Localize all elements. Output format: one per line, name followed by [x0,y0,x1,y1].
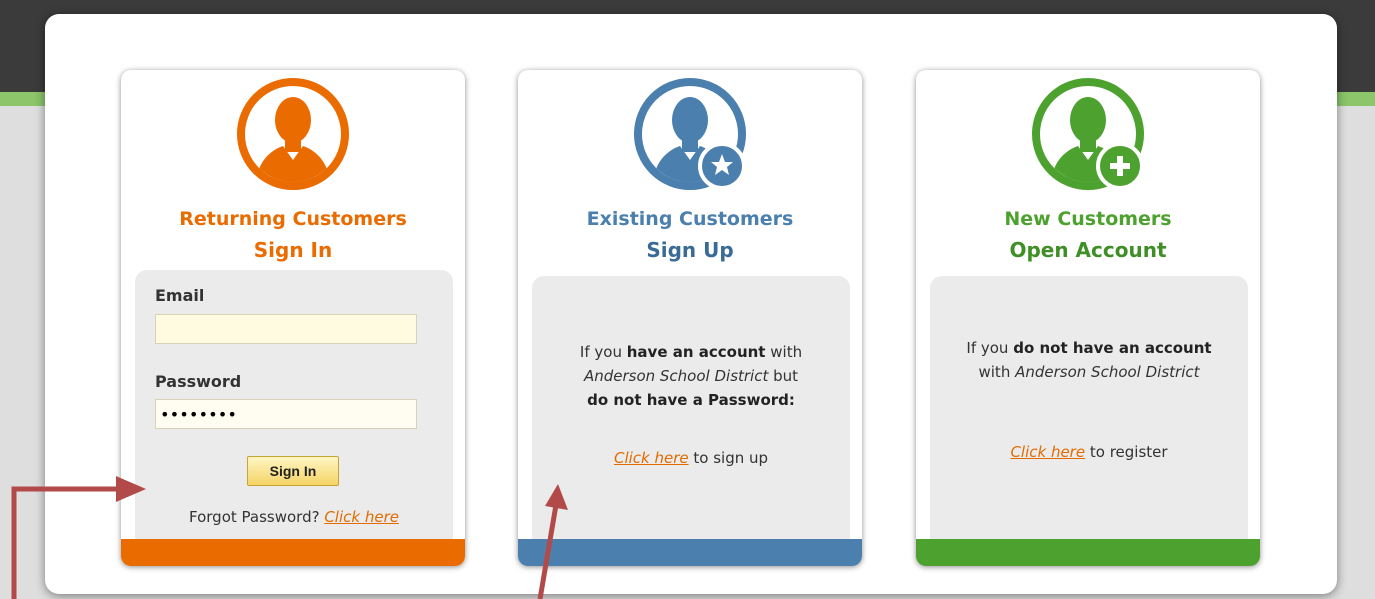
card-subtitle: Open Account [1009,238,1167,262]
person-plus-icon [1030,76,1146,192]
card-title: Existing Customers [586,208,794,230]
info-line-1: If you have an account with [579,343,803,361]
sign-up-link[interactable]: Click here [614,449,689,467]
signup-info-text: If you have an account with Anderson Sch… [532,340,850,412]
existing-customers-card: Existing Customers Sign Up If you have a… [518,70,862,566]
card-subtitle: Sign Up [646,238,734,262]
info-line-2: with Anderson School District [978,363,1200,381]
card-subtitle: Sign In [253,238,333,262]
register-link-row: Click here to register [1010,443,1168,461]
signup-link-row: Click here to sign up [613,449,769,467]
info-line-2: Anderson School District but [583,367,799,385]
password-field[interactable] [155,399,417,429]
register-link[interactable]: Click here [1010,443,1085,461]
card-footer-bar [916,539,1260,566]
email-label: Email [155,286,205,305]
register-info-text: If you do not have an account with Ander… [930,336,1248,384]
signup-info-box: If you have an account with Anderson Sch… [532,276,850,562]
forgot-password-link[interactable]: Click here [324,508,399,526]
register-info-box: If you do not have an account with Ander… [930,276,1248,562]
person-star-icon [632,76,748,192]
card-footer-bar [121,539,465,566]
info-line-3: do not have a Password: [587,391,795,409]
card-title: New Customers [1004,208,1172,230]
new-customers-card: New Customers Open Account If you do not… [916,70,1260,566]
card-title: Returning Customers [179,208,407,230]
forgot-password-row: Forgot Password? Click here [135,508,453,526]
signin-form: Email Password Sign In Forgot Password? … [135,270,453,562]
sign-in-button[interactable]: Sign In [247,456,339,486]
person-icon [235,76,351,192]
email-field[interactable] [155,314,417,344]
forgot-password-text: Forgot Password? [189,508,325,526]
card-footer-bar [518,539,862,566]
password-label: Password [155,372,242,391]
returning-customers-card: Returning Customers Sign In Email Passwo… [121,70,465,566]
login-panel: Returning Customers Sign In Email Passwo… [45,14,1337,594]
info-line-1: If you do not have an account [966,339,1212,357]
